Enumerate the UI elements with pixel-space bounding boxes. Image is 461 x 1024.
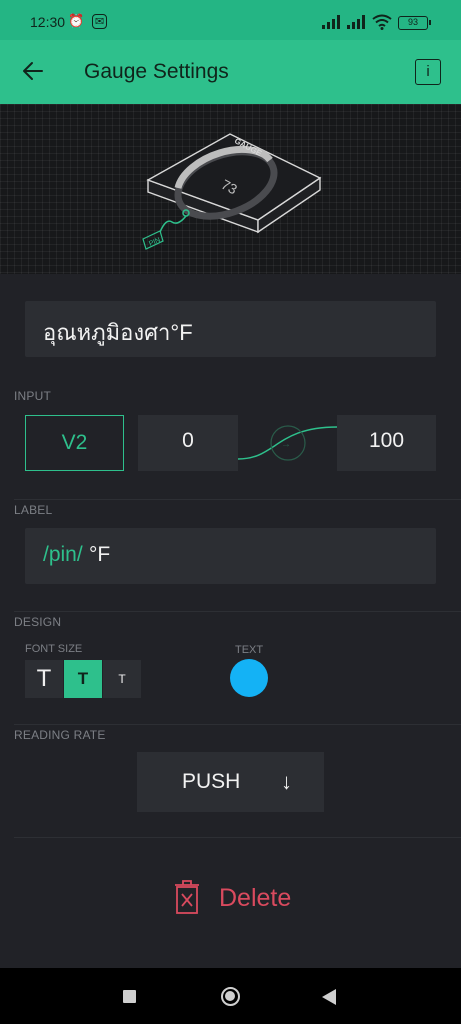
home-icon[interactable] (221, 987, 240, 1006)
signal-icon (322, 15, 340, 29)
pin-select-button[interactable]: V2 (25, 415, 124, 471)
info-button[interactable]: i (415, 59, 441, 85)
input-section-label: INPUT (14, 389, 51, 403)
reading-rate-section-label: READING RATE (14, 728, 106, 742)
battery-icon: 93 (398, 16, 431, 30)
label-unit-part: °F (89, 543, 111, 566)
reading-rate-dropdown[interactable]: PUSH ↓ (137, 752, 324, 812)
design-section-label: DESIGN (14, 615, 62, 629)
arrow-left-icon[interactable] (20, 58, 46, 84)
widget-preview: PIN 73 GAUGE (0, 104, 461, 274)
label-pin-part: /pin/ (43, 543, 83, 566)
preview-pin-label: PIN (148, 237, 162, 248)
delete-label: Delete (219, 884, 292, 912)
font-size-medium-button[interactable]: T (64, 660, 102, 698)
battery-level: 93 (407, 17, 418, 27)
svg-text:→: → (281, 439, 291, 450)
status-time: 12:30 (30, 14, 66, 30)
notification-badge-icon: ✉ (92, 14, 108, 29)
arrow-down-icon: ↓ (281, 769, 292, 794)
page-title: Gauge Settings (84, 60, 229, 83)
signal-icon (347, 15, 365, 29)
wifi-icon (372, 14, 392, 30)
reading-rate-value: PUSH (182, 770, 241, 793)
text-color-picker[interactable] (230, 659, 268, 697)
label-section-label: LABEL (14, 503, 53, 517)
font-size-large-button[interactable]: T (25, 660, 63, 698)
recents-icon[interactable] (123, 990, 136, 1003)
min-value-input[interactable]: 0 (138, 415, 238, 471)
widget-name-value: อุณหภูมิองศา°F (43, 320, 193, 345)
divider (14, 837, 461, 838)
max-value-input[interactable]: 100 (337, 415, 436, 471)
system-nav-bar (0, 968, 461, 1024)
app-bar: Gauge Settings i (0, 40, 461, 104)
mapping-curve-icon: → (238, 425, 337, 461)
trash-icon (175, 880, 199, 914)
widget-name-input[interactable]: อุณหภูมิองศา°F (25, 301, 436, 357)
status-bar: 12:30 ⏰ ✉ 93 (0, 0, 461, 40)
text-color-label: TEXT (235, 644, 264, 656)
alarm-icon: ⏰ (68, 13, 85, 28)
back-icon[interactable] (322, 989, 336, 1005)
divider (14, 499, 461, 500)
divider (14, 611, 461, 612)
divider (14, 724, 461, 725)
font-size-label: FONT SIZE (25, 643, 83, 655)
label-input[interactable]: /pin/ °F (25, 528, 436, 584)
gauge-illustration: PIN 73 GAUGE (142, 133, 322, 250)
font-size-small-button[interactable]: T (103, 660, 141, 698)
